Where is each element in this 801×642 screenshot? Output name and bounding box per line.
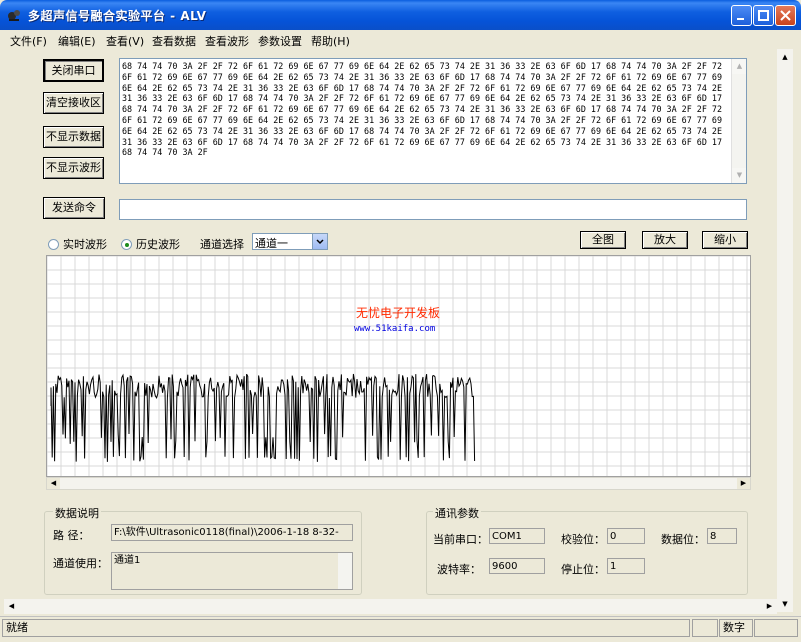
grid	[47, 256, 750, 476]
channel-use-field[interactable]: 通道1	[111, 552, 353, 590]
zoom-in-button[interactable]: 放大	[642, 231, 688, 249]
scroll-right-icon[interactable]: ▶	[737, 478, 750, 489]
window-vscrollbar[interactable]: ▲ ▼	[777, 49, 793, 612]
channel-select[interactable]: 通道一	[252, 233, 328, 250]
status-pane-end	[754, 619, 798, 637]
send-command-button[interactable]: 发送命令	[43, 197, 105, 219]
parity-label: 校验位：	[561, 533, 605, 546]
title-bar: 多超声信号融合实验平台 - ALV	[0, 0, 801, 30]
full-view-button[interactable]: 全图	[580, 231, 626, 249]
stopbits-field: 1	[607, 558, 645, 574]
waveform-graph[interactable]: 无忧电子开发板 www.51kaifa.com	[46, 255, 751, 477]
receive-text: 68 74 74 70 3A 2F 2F 72 6F 61 72 69 6E 6…	[122, 61, 728, 158]
comm-params-group: 通讯参数 当前串口： COM1 校验位： 0 数据位： 8 波特率： 9600 …	[426, 505, 748, 595]
waveform-svg	[47, 256, 750, 476]
close-port-button[interactable]: 关闭串口	[43, 59, 104, 82]
baud-field: 9600	[489, 558, 545, 574]
scroll-down-icon[interactable]: ▼	[732, 168, 746, 183]
data-desc-title: 数据说明	[53, 505, 101, 521]
scroll-left-icon[interactable]: ◀	[47, 478, 60, 489]
menu-file[interactable]: 文件(F)	[10, 33, 47, 49]
history-wave-radio[interactable]: 历史波形	[121, 236, 180, 251]
app-icon	[8, 10, 20, 21]
data-desc-group: 数据说明 路 径： F:\软件\Ultrasonic0118(final)\20…	[44, 505, 362, 595]
channel-select-label: 通道选择	[200, 238, 244, 251]
window-hscrollbar[interactable]: ◀ ▶	[4, 599, 777, 614]
parity-field: 0	[607, 528, 645, 544]
status-num: 数字	[719, 619, 753, 637]
menu-help[interactable]: 帮助(H)	[311, 33, 350, 49]
menu-view-data[interactable]: 查看数据	[152, 33, 196, 49]
stopbits-label: 停止位：	[561, 563, 605, 576]
graph-hscrollbar[interactable]: ◀ ▶	[46, 477, 751, 490]
menu-settings[interactable]: 参数设置	[258, 33, 302, 49]
watermark-url: www.51kaifa.com	[354, 324, 436, 334]
channel-use-label: 通道使用：	[53, 557, 108, 570]
history-wave-label: 历史波形	[136, 238, 180, 251]
status-text: 就绪	[2, 619, 690, 637]
zoom-out-button[interactable]: 缩小	[702, 231, 748, 249]
menu-bar: 文件(F) 编辑(E) 查看(V) 查看数据 查看波形 参数设置 帮助(H)	[0, 30, 801, 49]
path-field[interactable]: F:\软件\Ultrasonic0118(final)\2006-1-18 8-…	[111, 524, 353, 541]
databits-label: 数据位：	[661, 533, 705, 546]
status-pane-empty	[692, 619, 718, 637]
main-panel: 关闭串口 清空接收区 不显示数据 不显示波形 68 74 74 70 3A 2F…	[4, 49, 797, 616]
receive-textarea[interactable]: 68 74 74 70 3A 2F 2F 72 6F 61 72 69 6E 6…	[119, 58, 747, 184]
realtime-wave-radio[interactable]: 实时波形	[48, 236, 107, 251]
minimize-button[interactable]	[731, 5, 752, 26]
scroll-down-icon[interactable]: ▼	[777, 596, 793, 612]
watermark-title: 无忧电子开发板	[356, 306, 441, 320]
scroll-right-icon[interactable]: ▶	[762, 599, 777, 614]
menu-edit[interactable]: 编辑(E)	[58, 33, 96, 49]
path-label: 路 径：	[53, 529, 90, 542]
maximize-icon	[758, 10, 769, 21]
menu-view-wave[interactable]: 查看波形	[205, 33, 249, 49]
status-bar: 就绪 数字	[0, 616, 801, 638]
clear-receive-button[interactable]: 清空接收区	[43, 92, 104, 114]
radio-off-icon	[48, 239, 59, 250]
databits-field: 8	[707, 528, 737, 544]
receive-scrollbar[interactable]: ▲ ▼	[731, 59, 746, 183]
scroll-up-icon[interactable]: ▲	[777, 49, 793, 65]
radio-on-icon	[121, 239, 132, 250]
scroll-up-icon[interactable]: ▲	[732, 59, 746, 74]
channel-use-value: 通道1	[114, 555, 141, 566]
window-title: 多超声信号融合实验平台 - ALV	[28, 9, 207, 23]
hide-data-button[interactable]: 不显示数据	[43, 126, 104, 148]
close-icon	[780, 10, 791, 21]
comm-params-title: 通讯参数	[433, 505, 481, 521]
minimize-icon	[737, 18, 744, 20]
channel-select-value: 通道一	[255, 237, 288, 250]
channel-use-scrollbar[interactable]	[338, 553, 352, 589]
maximize-button[interactable]	[753, 5, 774, 26]
port-field: COM1	[489, 528, 545, 544]
scroll-left-icon[interactable]: ◀	[4, 599, 19, 614]
hide-wave-button[interactable]: 不显示波形	[43, 157, 104, 179]
realtime-wave-label: 实时波形	[63, 238, 107, 251]
baud-label: 波特率：	[437, 563, 481, 576]
command-input[interactable]	[119, 199, 747, 220]
port-label: 当前串口：	[433, 533, 488, 546]
close-button[interactable]	[775, 5, 796, 26]
menu-view[interactable]: 查看(V)	[106, 33, 144, 49]
chevron-down-icon[interactable]	[312, 234, 327, 249]
